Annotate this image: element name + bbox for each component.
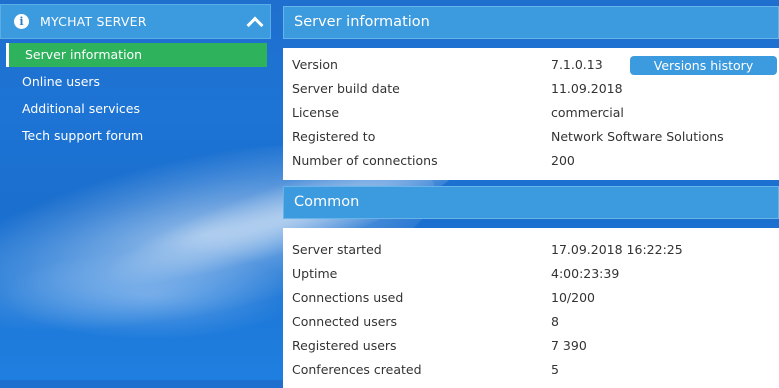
- common-body: Server started 17.09.2018 16:22:25 Uptim…: [283, 228, 779, 388]
- row-value: 11.09.2018: [551, 81, 623, 96]
- panel-title: Common: [283, 186, 779, 219]
- row-value: 7.1.0.13: [551, 57, 603, 72]
- background-cloud: [0, 250, 300, 340]
- row-value: Network Software Solutions: [551, 129, 724, 144]
- info-row: Connected users 8: [283, 310, 779, 334]
- row-label: Version: [292, 57, 338, 72]
- row-label: Conferences created: [292, 362, 422, 377]
- info-icon: i: [14, 14, 29, 29]
- info-row: Connections used 10/200: [283, 286, 779, 310]
- versions-history-button[interactable]: Versions history: [630, 56, 777, 75]
- row-label: Number of connections: [292, 153, 438, 168]
- common-panel: Common Server started 17.09.2018 16:22:2…: [283, 186, 779, 388]
- info-row: Conferences created 5: [283, 358, 779, 382]
- sidebar-item-tech-support-forum[interactable]: Tech support forum: [0, 124, 272, 148]
- info-row: License commercial: [283, 101, 779, 125]
- row-value: 7 390: [551, 338, 587, 353]
- server-information-body: Version 7.1.0.13 Versions history Server…: [283, 48, 779, 180]
- row-label: Registered to: [292, 129, 376, 144]
- sidebar-header[interactable]: i MYCHAT SERVER: [0, 4, 271, 39]
- sidebar-item-online-users[interactable]: Online users: [0, 70, 272, 94]
- sidebar-item-server-information[interactable]: Server information: [6, 43, 267, 67]
- row-label: Server started: [292, 242, 382, 257]
- row-value: 5: [551, 362, 559, 377]
- row-value: 8: [551, 314, 559, 329]
- row-label: Registered users: [292, 338, 397, 353]
- sidebar-nav: Server information Online users Addition…: [0, 43, 272, 151]
- chevron-up-icon[interactable]: [246, 16, 264, 34]
- info-row: Server started 17.09.2018 16:22:25: [283, 238, 779, 262]
- info-row: Registered users 7 390: [283, 334, 779, 358]
- info-row: Uptime 4:00:23:39: [283, 262, 779, 286]
- info-row: Version 7.1.0.13 Versions history: [283, 53, 779, 77]
- info-row: Server build date 11.09.2018: [283, 77, 779, 101]
- row-value: 17.09.2018 16:22:25: [551, 242, 683, 257]
- panel-title: Server information: [283, 6, 779, 39]
- row-value: 4:00:23:39: [551, 266, 620, 281]
- info-row: Registered to Network Software Solutions: [283, 125, 779, 149]
- sidebar-title: MYCHAT SERVER: [40, 14, 147, 29]
- row-label: Connected users: [292, 314, 398, 329]
- row-value: 10/200: [551, 290, 595, 305]
- row-label: Uptime: [292, 266, 338, 281]
- row-label: Server build date: [292, 81, 400, 96]
- server-information-panel: Server information Version 7.1.0.13 Vers…: [283, 6, 779, 180]
- info-row: Number of connections 200: [283, 149, 779, 173]
- row-label: Connections used: [292, 290, 404, 305]
- sidebar-item-additional-services[interactable]: Additional services: [0, 97, 272, 121]
- row-value: commercial: [551, 105, 624, 120]
- row-label: License: [292, 105, 340, 120]
- row-value: 200: [551, 153, 575, 168]
